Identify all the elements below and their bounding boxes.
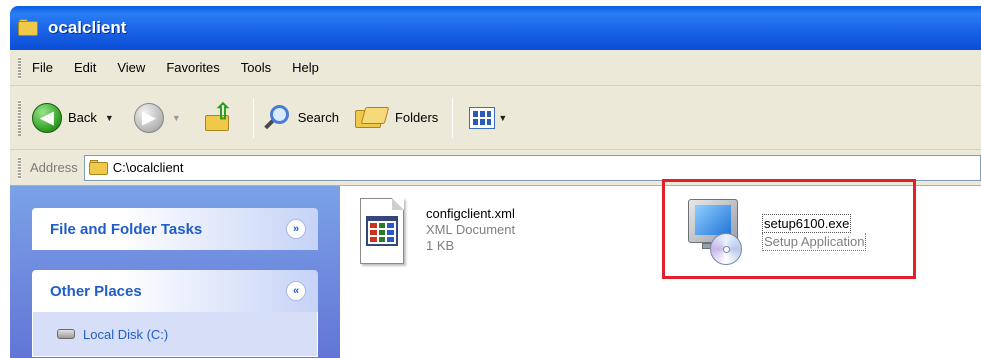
folders-button[interactable]: Folders [345, 104, 438, 132]
hard-disk-icon [57, 329, 75, 339]
toolbar-grip[interactable] [18, 100, 21, 136]
other-places-title: Other Places [50, 282, 142, 300]
toolbar-grip[interactable] [18, 57, 21, 79]
back-button[interactable]: ◀ Back ▼ [32, 102, 114, 133]
folders-icon [354, 104, 390, 132]
chevron-down-icon[interactable]: ▼ [498, 113, 507, 123]
window-title: ocalclient [48, 18, 127, 37]
views-button[interactable]: ▼ [461, 106, 507, 129]
file-folder-tasks-panel: File and Folder Tasks » [32, 208, 318, 250]
forward-button[interactable]: ▶ ▼ [133, 102, 181, 133]
highlight-box [662, 179, 916, 279]
menu-tools[interactable]: Tools [239, 58, 273, 77]
folder-icon [88, 159, 109, 176]
file-type: XML Document [426, 222, 516, 237]
explorer-window: ocalclient File Edit View Favorites Tool… [0, 0, 981, 358]
xml-document-icon[interactable] [356, 198, 408, 268]
address-label: Address [30, 160, 78, 175]
place-local-disk[interactable]: Local Disk (C:) [33, 312, 317, 356]
expand-chevron-icon[interactable]: » [286, 219, 306, 239]
title-bar[interactable]: ocalclient [10, 6, 981, 50]
toolbar-separator [252, 97, 254, 138]
folder-icon [18, 19, 40, 37]
folders-label: Folders [394, 110, 439, 125]
chevron-down-icon[interactable]: ▼ [105, 113, 114, 123]
file-folder-tasks-header[interactable]: File and Folder Tasks » [32, 208, 318, 250]
chevron-down-icon[interactable]: ▼ [172, 113, 181, 123]
views-icon [469, 106, 496, 129]
search-button[interactable]: Search [262, 103, 339, 133]
up-arrow-icon: ⇧ [213, 98, 233, 124]
toolbar-separator [452, 97, 454, 138]
menu-bar: File Edit View Favorites Tools Help [10, 50, 981, 86]
forward-arrow-icon: ▶ [133, 102, 164, 133]
back-arrow-icon: ◀ [32, 102, 62, 133]
menu-file[interactable]: File [30, 58, 55, 77]
file-size: 1 KB [426, 238, 455, 253]
menu-edit[interactable]: Edit [72, 58, 98, 77]
other-places-panel: Other Places « Local Disk (C:) [32, 270, 318, 357]
task-pane: File and Folder Tasks » Other Places « L… [10, 186, 340, 358]
other-places-list: Local Disk (C:) [32, 312, 318, 357]
other-places-header[interactable]: Other Places « [32, 270, 318, 312]
place-label: Local Disk (C:) [83, 326, 169, 342]
address-input[interactable]: C:\ocalclient [83, 154, 981, 181]
file-name: configclient.xml [426, 206, 515, 221]
menu-help[interactable]: Help [290, 58, 321, 77]
menu-view[interactable]: View [115, 58, 147, 77]
file-folder-tasks-title: File and Folder Tasks [50, 220, 203, 238]
address-path: C:\ocalclient [112, 160, 184, 175]
back-label: Back [68, 110, 97, 125]
standard-toolbar: ◀ Back ▼ ▶ ▼ ⇧ Search Folders ▼ [10, 86, 981, 150]
collapse-chevron-icon[interactable]: « [286, 281, 306, 301]
search-label: Search [297, 110, 339, 125]
menu-favorites[interactable]: Favorites [164, 58, 221, 77]
search-icon [262, 103, 292, 133]
toolbar-grip[interactable] [18, 157, 21, 179]
up-folder-button[interactable]: ⇧ [201, 98, 235, 135]
file-item-configclient[interactable]: configclient.xml XML Document 1 KB [426, 206, 515, 254]
